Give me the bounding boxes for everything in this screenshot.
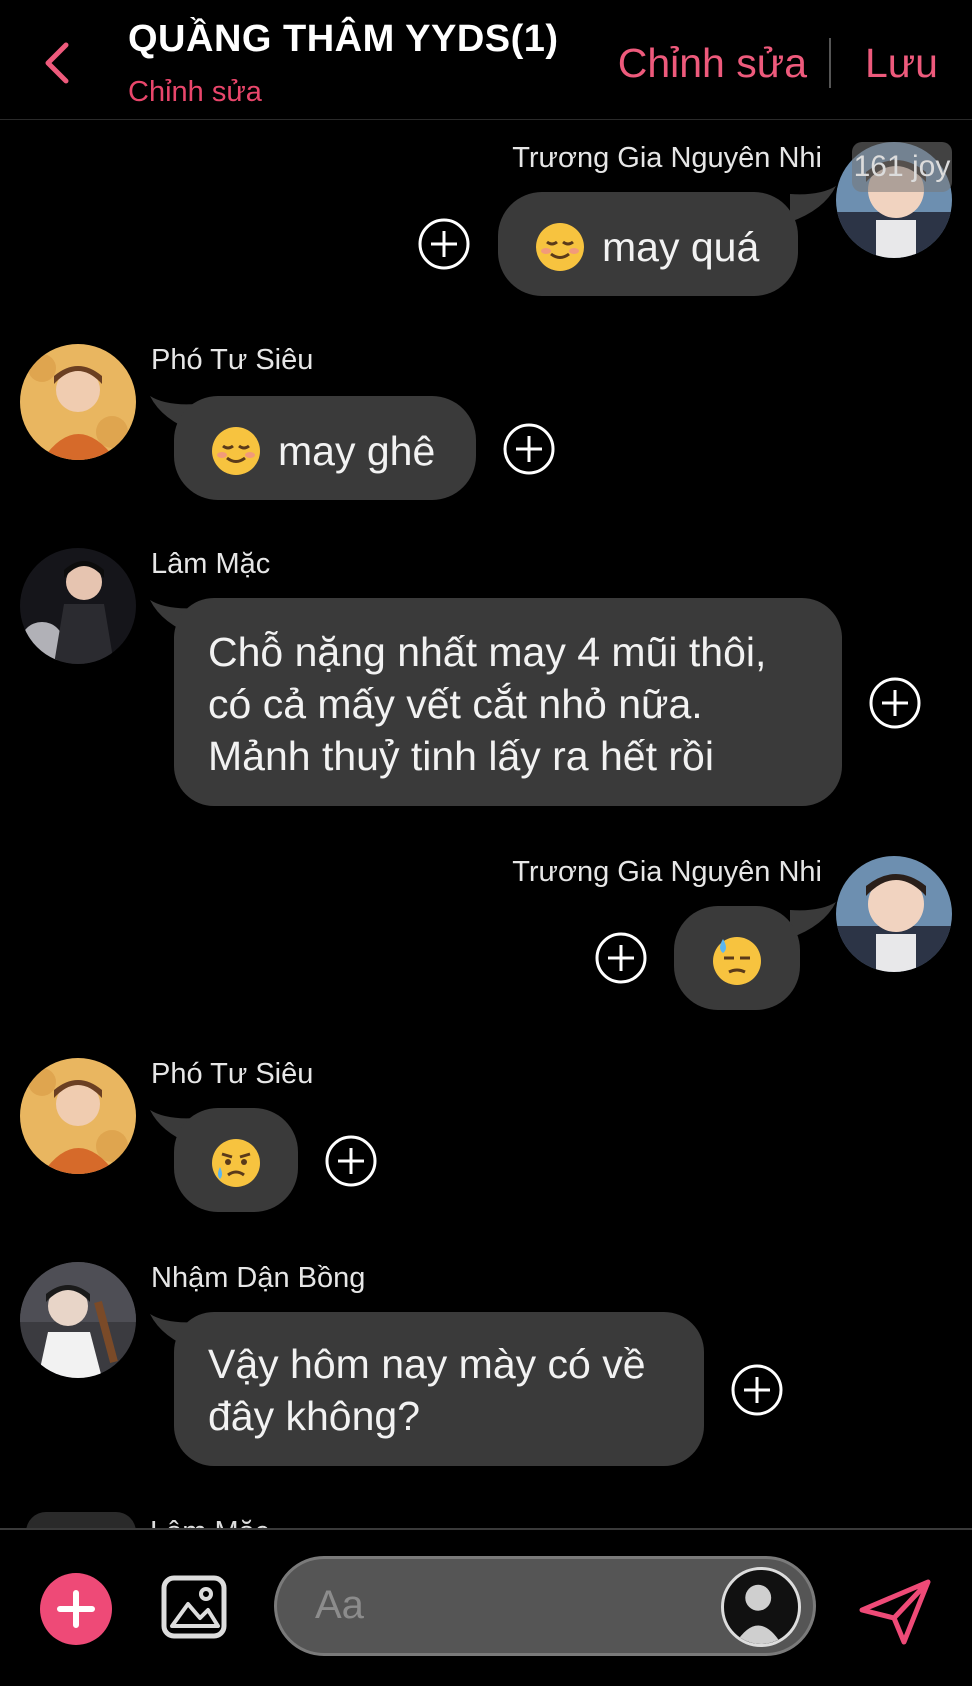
message-text-line: đây không? [208, 1393, 421, 1439]
save-button[interactable]: Lưu [865, 40, 938, 87]
message-bubble[interactable] [174, 1108, 298, 1212]
profile-silhouette-icon[interactable] [721, 1567, 801, 1647]
avatar[interactable] [20, 1262, 136, 1378]
edit-button[interactable]: Chỉnh sửa [618, 40, 807, 87]
downcast-face-with-sweat-icon [711, 935, 763, 987]
back-chevron-icon[interactable] [40, 40, 74, 86]
message-text-line: Chỗ nặng nhất may 4 mũi thôi, [208, 629, 767, 675]
add-button[interactable] [40, 1573, 112, 1645]
chat-header: QUẦNG THÂM YYDS(1) Chỉnh sửa Chỉnh sửa L… [0, 0, 972, 120]
message-bubble[interactable]: Vậy hôm nay mày có về đây không? [174, 1312, 704, 1466]
message-input-placeholder: Aa [315, 1583, 364, 1627]
react-plus-button[interactable] [417, 217, 471, 271]
bubble-tail [790, 902, 836, 938]
react-plus-button[interactable] [324, 1134, 378, 1188]
send-icon[interactable] [856, 1576, 934, 1648]
message-text: may ghê [278, 428, 436, 475]
chat-title: QUẦNG THÂM YYDS(1) [128, 18, 559, 60]
avatar[interactable] [20, 344, 136, 460]
message-text-line: Mảnh thuỷ tinh lấy ra hết rồi [208, 733, 714, 779]
sender-name: Phó Tư Siêu [151, 1058, 314, 1090]
sender-name: Nhậm Dận Bồng [151, 1262, 366, 1294]
sender-name: Phó Tư Siêu [151, 344, 314, 376]
plus-icon [57, 1590, 95, 1628]
watermark: 161 joy [852, 142, 952, 192]
sad-but-relieved-face-icon [210, 1137, 262, 1189]
sender-name: Trương Gia Nguyên Nhi [512, 142, 822, 174]
header-divider [829, 38, 831, 88]
message-bubble[interactable] [674, 906, 800, 1010]
message-bubble[interactable]: may quá [498, 192, 798, 296]
message-bubble[interactable]: Chỗ nặng nhất may 4 mũi thôi, có cả mấy … [174, 598, 842, 806]
message-input[interactable]: Aa [274, 1556, 816, 1656]
chat-subtitle[interactable]: Chỉnh sửa [128, 76, 262, 109]
react-plus-button[interactable] [868, 676, 922, 730]
sender-name: Lâm Mặc [151, 548, 271, 580]
relieved-face-icon [210, 425, 262, 477]
avatar[interactable] [20, 1058, 136, 1174]
sender-name: Trương Gia Nguyên Nhi [512, 856, 822, 888]
image-icon[interactable] [160, 1574, 228, 1640]
message-text-line: có cả mấy vết cắt nhỏ nữa. [208, 681, 703, 727]
bubble-tail [790, 186, 836, 222]
relieved-face-icon [534, 221, 586, 273]
message-text: may quá [602, 224, 760, 271]
composer-bar: Aa [0, 1528, 972, 1686]
react-plus-button[interactable] [594, 931, 648, 985]
react-plus-button[interactable] [502, 422, 556, 476]
avatar[interactable] [836, 856, 952, 972]
message-bubble[interactable]: may ghê [174, 396, 476, 500]
message-text-line: Vậy hôm nay mày có về [208, 1341, 646, 1387]
react-plus-button[interactable] [730, 1363, 784, 1417]
avatar[interactable] [20, 548, 136, 664]
